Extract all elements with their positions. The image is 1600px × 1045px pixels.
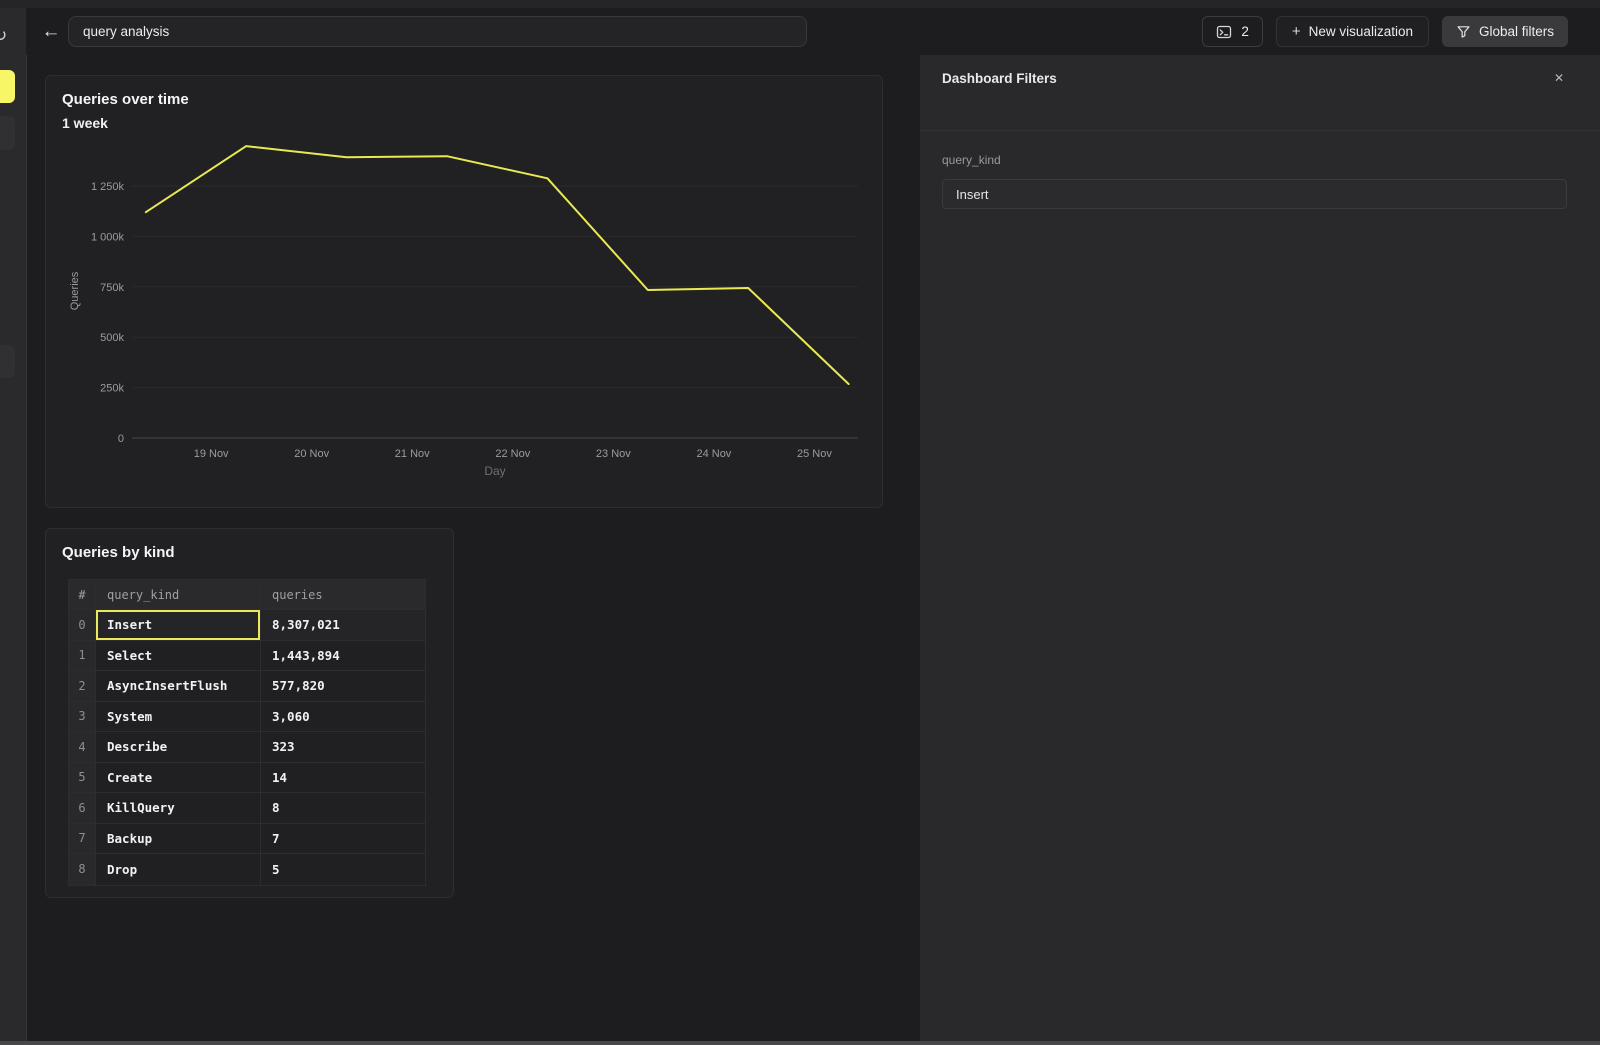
queries-value-cell[interactable]: 323 [261,732,425,762]
row-index-cell: 5 [69,763,95,793]
table-row: 4 Describe 323 [69,732,425,763]
row-index-cell: 4 [69,732,95,762]
table-row: 3 System 3,060 [69,702,425,733]
row-index-cell: 8 [69,854,95,885]
sidebar-item-active[interactable] [0,70,15,103]
svg-text:19 Nov: 19 Nov [194,448,229,460]
svg-text:Queries: Queries [69,271,81,310]
svg-text:1 000k: 1 000k [91,231,125,243]
queries-over-time-card: Queries over time 1 week 0250k500k750k1 … [45,75,883,508]
console-count-button[interactable]: 2 [1202,16,1263,47]
column-header-queries[interactable]: queries [261,580,425,609]
panel-title: Dashboard Filters [942,71,1057,86]
table-row: 7 Backup 7 [69,824,425,855]
svg-text:25 Nov: 25 Nov [797,448,832,460]
svg-text:500k: 500k [100,332,124,344]
queries-line-chart[interactable]: 0 250k 500k 750k 1 000k 1 250k 19 Nov 20 Nov 21 … [46,76,884,509]
history-refresh-icon[interactable]: ↻ [0,26,7,46]
queries-value-cell[interactable]: 14 [261,763,425,793]
table-row: 1 Select 1,443,894 [69,641,425,672]
queries-value-cell[interactable]: 1,443,894 [261,641,425,671]
query-kind-cell[interactable]: System [95,702,261,732]
row-index-cell: 7 [69,824,95,854]
close-icon: ✕ [1554,71,1564,85]
query-kind-filter-input[interactable] [942,179,1567,209]
queries-value-cell[interactable]: 5 [261,854,425,885]
new-visualization-button[interactable]: + New visualization [1276,16,1429,47]
back-button[interactable]: ← [38,19,64,45]
new-visualization-label: New visualization [1309,24,1413,39]
queries-value-cell[interactable]: 8 [261,793,425,823]
topbar: ← 2 + New visualization Global filter [26,8,1600,55]
queries-by-kind-card: Queries by kind # query_kind queries 0 I… [45,528,454,898]
svg-text:20 Nov: 20 Nov [294,448,329,460]
svg-text:23 Nov: 23 Nov [596,448,631,460]
topbar-actions: 2 + New visualization Global filters [1202,16,1568,47]
back-arrow-icon: ← [42,21,61,43]
svg-text:0: 0 [118,433,124,445]
queries-value-cell[interactable]: 7 [261,824,425,854]
table-row: 6 KillQuery 8 [69,793,425,824]
row-index-cell: 1 [69,641,95,671]
query-kind-cell[interactable]: Insert [95,610,261,640]
panel-divider [920,130,1600,131]
close-panel-button[interactable]: ✕ [1548,70,1570,86]
column-header-query-kind[interactable]: query_kind [95,580,261,609]
query-kind-cell[interactable]: Drop [95,854,261,885]
query-kind-cell[interactable]: Select [95,641,261,671]
dashboard-title-input[interactable] [68,16,807,47]
svg-text:250k: 250k [100,383,124,395]
query-kind-cell[interactable]: Describe [95,732,261,762]
table-title: Queries by kind [62,544,175,561]
query-kind-cell[interactable]: Create [95,763,261,793]
table-row: 5 Create 14 [69,763,425,794]
results-table: # query_kind queries 0 Insert 8,307,021 … [68,579,426,886]
window-top-edge [0,0,1600,8]
query-kind-cell[interactable]: KillQuery [95,793,261,823]
query-kind-cell[interactable]: Backup [95,824,261,854]
window-bottom-edge [0,1041,1600,1045]
queries-value-cell[interactable]: 577,820 [261,671,425,701]
svg-text:750k: 750k [100,282,124,294]
row-index-cell: 3 [69,702,95,732]
table-row: 8 Drop 5 [69,854,425,885]
svg-text:1 250k: 1 250k [91,181,125,193]
global-filters-label: Global filters [1479,24,1554,39]
dashboard-filters-panel: Dashboard Filters ✕ query_kind [920,55,1600,1045]
sidebar-item[interactable] [0,116,15,150]
plus-icon: + [1292,24,1301,39]
row-index-cell: 6 [69,793,95,823]
query-kind-cell[interactable]: AsyncInsertFlush [95,671,261,701]
left-rail: ↻ [0,8,27,1041]
global-filters-button[interactable]: Global filters [1442,16,1568,47]
table-row: 0 Insert 8,307,021 [69,610,425,641]
filter-field-label: query_kind [942,153,1001,167]
table-header-row: # query_kind queries [69,580,425,610]
console-count: 2 [1241,24,1249,39]
queries-value-cell[interactable]: 8,307,021 [261,610,425,640]
svg-text:Day: Day [484,464,505,478]
svg-text:22 Nov: 22 Nov [495,448,530,460]
funnel-filter-icon [1456,24,1471,39]
row-index-cell: 0 [69,610,95,640]
sidebar-item[interactable] [0,345,15,378]
column-header-index[interactable]: # [69,580,95,609]
svg-text:21 Nov: 21 Nov [395,448,430,460]
table-row: 2 AsyncInsertFlush 577,820 [69,671,425,702]
queries-value-cell[interactable]: 3,060 [261,702,425,732]
svg-text:24 Nov: 24 Nov [696,448,731,460]
console-icon [1216,24,1232,40]
row-index-cell: 2 [69,671,95,701]
